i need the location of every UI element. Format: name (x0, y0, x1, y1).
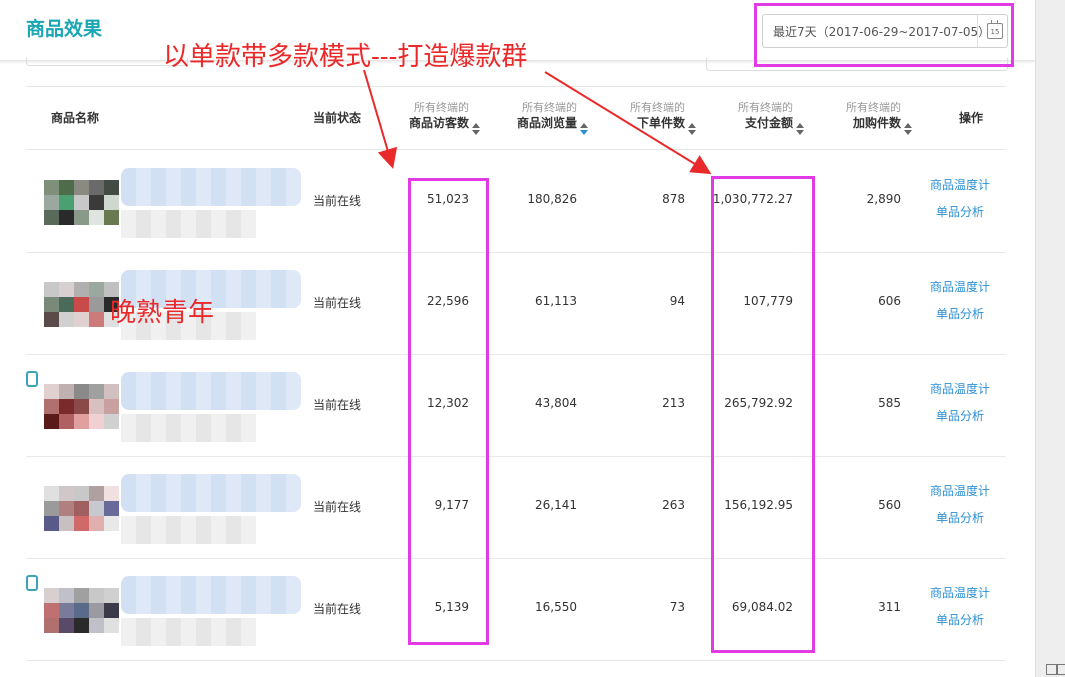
annotation-arrows (363, 69, 712, 175)
arrow-to-payment (544, 71, 712, 175)
arrow-to-visitors (363, 69, 398, 169)
